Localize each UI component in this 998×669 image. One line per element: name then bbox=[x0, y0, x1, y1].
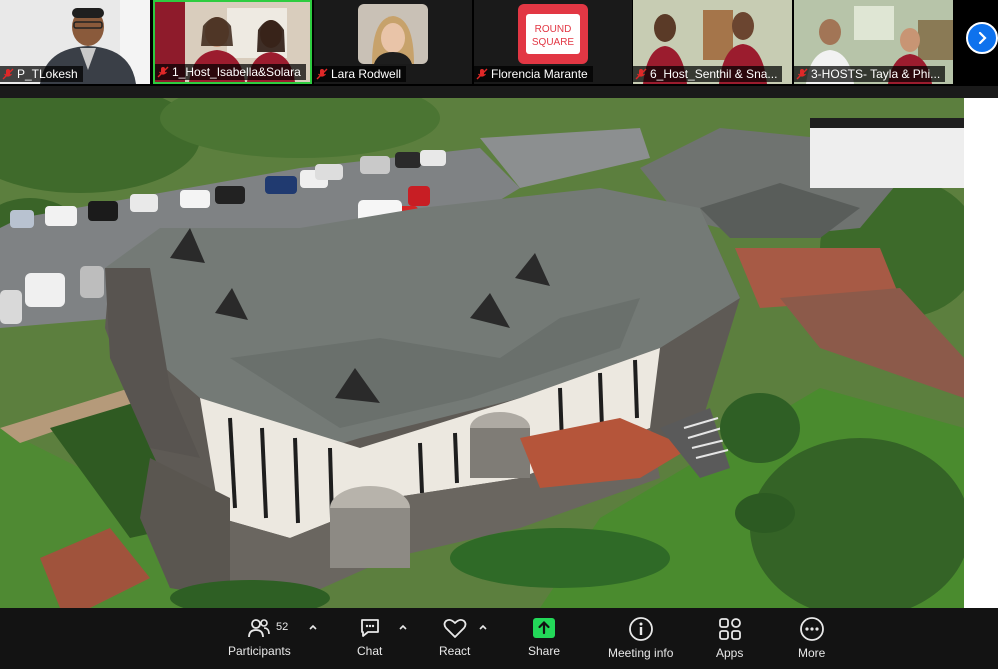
participant-name: 6_Host_Senthil & Sna... bbox=[650, 67, 778, 81]
shared-screen-margin bbox=[964, 98, 998, 608]
participants-label: Participants bbox=[228, 644, 291, 658]
apps-button[interactable]: Apps bbox=[716, 616, 743, 660]
participant-strip: P_TLokesh 1_Host_Isabella&Solara Lara Ro… bbox=[0, 0, 998, 86]
meeting-info-label: Meeting info bbox=[608, 646, 674, 660]
chat-icon bbox=[360, 619, 379, 637]
info-icon bbox=[628, 617, 653, 641]
participant-tile-2[interactable]: 1_Host_Isabella&Solara bbox=[153, 0, 312, 84]
logo-text-square: SQUARE bbox=[532, 37, 575, 48]
participant-name-label: Lara Rodwell bbox=[314, 66, 407, 82]
logo-text-round: ROUND bbox=[535, 24, 572, 35]
participants-chevron-up-icon[interactable] bbox=[308, 622, 318, 632]
share-label: Share bbox=[528, 644, 561, 658]
microphone-muted-icon bbox=[2, 68, 14, 80]
participant-tile-3[interactable]: Lara Rodwell bbox=[314, 0, 472, 84]
participant-name: 3-HOSTS- Tayla & Phi... bbox=[811, 67, 941, 81]
meeting-toolbar: Participants 52 Chat React Share Meeting… bbox=[0, 608, 998, 669]
participant-name-label: 1_Host_Isabella&Solara bbox=[155, 64, 306, 80]
chat-label: Chat bbox=[357, 644, 383, 658]
participant-name-label: Florencia Marante bbox=[474, 66, 593, 82]
apps-label: Apps bbox=[716, 646, 744, 660]
microphone-muted-icon bbox=[316, 68, 328, 80]
participant-tile-5[interactable]: 6_Host_Senthil & Sna... bbox=[633, 0, 792, 84]
microphone-muted-icon bbox=[476, 68, 488, 80]
apps-icon bbox=[718, 618, 741, 640]
participants-count: 52 bbox=[276, 621, 289, 633]
more-label: More bbox=[798, 646, 826, 660]
participant-name: Lara Rodwell bbox=[331, 67, 402, 81]
react-chevron-up-icon[interactable] bbox=[478, 622, 488, 632]
more-button[interactable]: More bbox=[798, 616, 825, 660]
participant-tile-6[interactable]: 3-HOSTS- Tayla & Phi... bbox=[794, 0, 953, 84]
participants-icon bbox=[248, 619, 271, 638]
participant-name: P_TLokesh bbox=[17, 67, 78, 81]
share-screen-icon bbox=[533, 618, 556, 638]
chevron-right-icon bbox=[978, 31, 987, 45]
aerial-building-photo bbox=[0, 98, 964, 608]
chat-chevron-up-icon[interactable] bbox=[398, 622, 408, 632]
participant-name: 1_Host_Isabella&Solara bbox=[172, 65, 301, 79]
react-button[interactable]: React bbox=[439, 616, 470, 658]
participant-name: Florencia Marante bbox=[491, 67, 588, 81]
share-button[interactable]: Share bbox=[528, 616, 560, 658]
chat-button[interactable]: Chat bbox=[357, 616, 382, 658]
microphone-muted-icon bbox=[157, 66, 169, 78]
next-participants-button[interactable] bbox=[966, 22, 998, 54]
heart-icon bbox=[443, 618, 467, 638]
meeting-info-button[interactable]: Meeting info bbox=[608, 616, 673, 660]
shared-screen-area bbox=[0, 86, 998, 608]
participant-name-label: P_TLokesh bbox=[0, 66, 83, 82]
more-options-icon bbox=[799, 617, 824, 641]
participant-name-label: 6_Host_Senthil & Sna... bbox=[633, 66, 783, 82]
participant-name-label: 3-HOSTS- Tayla & Phi... bbox=[794, 66, 946, 82]
microphone-muted-icon bbox=[796, 68, 808, 80]
react-label: React bbox=[439, 644, 471, 658]
shared-screen-image bbox=[0, 98, 964, 608]
participant-tile-1[interactable]: P_TLokesh bbox=[0, 0, 150, 84]
microphone-muted-icon bbox=[635, 68, 647, 80]
participant-tile-4[interactable]: ROUND SQUARE Florencia Marante bbox=[474, 0, 632, 84]
